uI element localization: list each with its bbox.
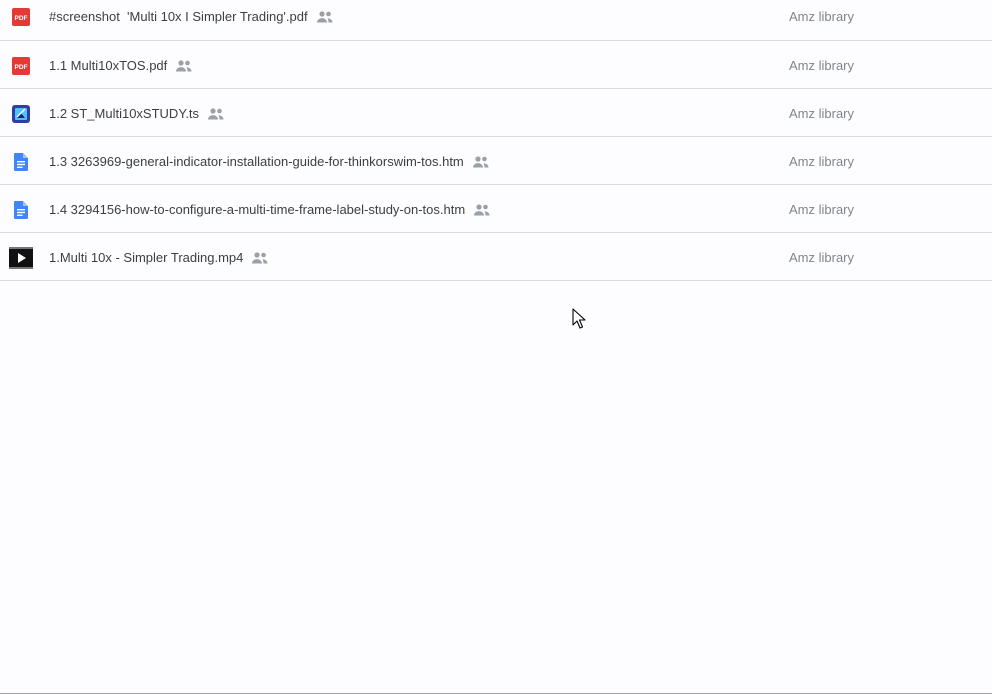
file-row[interactable]: 1.Multi 10x - Simpler Trading.mp4 Amz li… [0, 233, 992, 281]
pdf-icon: PDF [12, 8, 30, 26]
svg-text:PDF: PDF [15, 15, 28, 22]
file-name[interactable]: 1.1 Multi10xTOS.pdf [49, 57, 167, 75]
file-row[interactable]: 1.2 ST_Multi10xSTUDY.ts Amz library [0, 89, 992, 137]
shared-people-icon [473, 203, 491, 217]
pdf-icon: PDF [12, 57, 30, 75]
owner-label: Amz library [789, 58, 855, 73]
owner-label: Amz library [789, 154, 855, 169]
svg-text:PDF: PDF [15, 64, 28, 71]
drive-file-list-page: PDF #screenshot 'Multi 10x I Simpler Tra… [0, 0, 992, 694]
video-icon [9, 246, 33, 270]
shared-people-icon [472, 155, 490, 169]
file-row[interactable]: PDF #screenshot 'Multi 10x I Simpler Tra… [0, 0, 992, 41]
document-icon [12, 201, 30, 219]
shared-people-icon [251, 251, 269, 265]
owner-label: Amz library [789, 250, 855, 265]
file-row[interactable]: PDF 1.1 Multi10xTOS.pdf Amz library [0, 41, 992, 89]
file-name[interactable]: 1.2 ST_Multi10xSTUDY.ts [49, 105, 199, 123]
file-name[interactable]: 1.Multi 10x - Simpler Trading.mp4 [49, 249, 243, 267]
file-name[interactable]: #screenshot 'Multi 10x I Simpler Trading… [49, 8, 308, 26]
owner-label: Amz library [789, 202, 855, 217]
shared-people-icon [316, 10, 334, 24]
file-name[interactable]: 1.4 3294156-how-to-configure-a-multi-tim… [49, 201, 465, 219]
mouse-cursor-icon [572, 308, 586, 329]
file-list: PDF #screenshot 'Multi 10x I Simpler Tra… [0, 0, 992, 281]
file-name[interactable]: 1.3 3263969-general-indicator-installati… [49, 153, 464, 171]
document-icon [12, 153, 30, 171]
file-row[interactable]: 1.3 3263969-general-indicator-installati… [0, 137, 992, 185]
shared-people-icon [175, 59, 193, 73]
owner-label: Amz library [789, 9, 855, 24]
shared-people-icon [207, 107, 225, 121]
image-file-icon [12, 105, 30, 123]
file-row[interactable]: 1.4 3294156-how-to-configure-a-multi-tim… [0, 185, 992, 233]
owner-label: Amz library [789, 106, 855, 121]
